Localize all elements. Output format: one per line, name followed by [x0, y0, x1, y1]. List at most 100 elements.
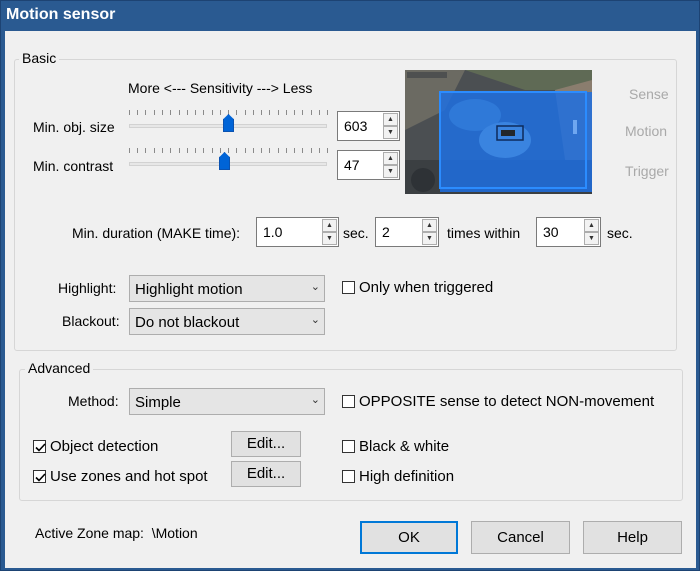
checkbox-box[interactable]: [33, 470, 46, 483]
slider-tick: [161, 148, 163, 153]
slider-tick: [178, 110, 180, 115]
object-detection-checkbox[interactable]: Object detection: [33, 438, 158, 455]
slider-tick: [310, 110, 312, 115]
checkbox-box[interactable]: [342, 281, 355, 294]
slider-tick: [211, 110, 213, 115]
checkbox-box[interactable]: [342, 395, 355, 408]
slider-tick: [137, 148, 139, 153]
min-obj-size-slider[interactable]: [129, 110, 328, 134]
spin-up-icon[interactable]: ▲: [322, 219, 337, 232]
use-zones-label: Use zones and hot spot: [50, 468, 208, 485]
min-duration-unit: sec.: [343, 225, 369, 241]
blackout-value: Do not blackout: [135, 314, 240, 331]
slider-tick: [302, 110, 304, 115]
slider-tick: [178, 148, 180, 153]
object-detection-edit-button[interactable]: Edit...: [231, 431, 301, 457]
min-contrast-label: Min. contrast: [33, 158, 114, 174]
times-value[interactable]: 2: [382, 224, 390, 240]
high-definition-checkbox[interactable]: High definition: [342, 468, 454, 485]
slider-tick: [252, 110, 254, 115]
only-when-triggered-checkbox[interactable]: Only when triggered: [342, 279, 493, 296]
use-zones-edit-button[interactable]: Edit...: [231, 461, 301, 487]
slider-tick: [294, 110, 295, 115]
active-zone-label: Active Zone map: \Motion: [35, 525, 198, 541]
blackout-label: Blackout:: [62, 313, 120, 329]
object-detection-label: Object detection: [50, 438, 159, 455]
spin-down-icon[interactable]: ▼: [383, 165, 398, 178]
help-button[interactable]: Help: [583, 521, 682, 554]
within-spinbox[interactable]: 30 ▲ ▼: [536, 217, 601, 247]
opposite-sense-label: OPPOSITE sense to detect NON-movement: [359, 393, 655, 410]
slider-tick: [269, 110, 271, 115]
black-white-checkbox[interactable]: Black & white: [342, 438, 449, 455]
times-spinbox[interactable]: 2 ▲ ▼: [375, 217, 439, 247]
opposite-sense-checkbox[interactable]: OPPOSITE sense to detect NON-movement: [342, 393, 654, 410]
motion-sensor-window: Motion sensor Basic More <--- Sensitivit…: [0, 0, 700, 571]
slider-tick: [203, 148, 205, 153]
spin-up-icon[interactable]: ▲: [584, 219, 599, 232]
method-label: Method:: [68, 393, 119, 409]
only-when-triggered-label: Only when triggered: [359, 279, 494, 296]
min-contrast-value[interactable]: 47: [344, 157, 360, 173]
min-duration-value[interactable]: 1.0: [263, 224, 282, 240]
spin-up-icon[interactable]: ▲: [383, 113, 398, 126]
min-obj-size-label: Min. obj. size: [33, 119, 115, 135]
checkbox-box[interactable]: [342, 440, 355, 453]
spin-down-icon[interactable]: ▼: [322, 232, 337, 245]
spin-down-icon[interactable]: ▼: [383, 126, 398, 139]
slider-tick: [129, 110, 130, 115]
slider-tick: [277, 110, 279, 115]
slider-tick: [219, 110, 221, 115]
slider-tick: [310, 148, 312, 153]
advanced-legend: Advanced: [25, 360, 94, 376]
min-duration-spinbox[interactable]: 1.0 ▲ ▼: [256, 217, 339, 247]
spin-up-icon[interactable]: ▲: [383, 152, 398, 165]
min-obj-size-spinbox[interactable]: 603 ▲ ▼: [337, 111, 400, 141]
basic-legend: Basic: [19, 50, 60, 66]
ok-button[interactable]: OK: [360, 521, 458, 554]
slider-tick: [302, 148, 304, 153]
slider-thumb[interactable]: [219, 152, 231, 170]
slider-tick: [236, 110, 238, 115]
slider-tick: [260, 148, 262, 153]
slider-tick: [170, 110, 172, 115]
use-zones-checkbox[interactable]: Use zones and hot spot: [33, 468, 208, 485]
blackout-select[interactable]: Do not blackout ⌄: [129, 308, 325, 335]
highlight-value: Highlight motion: [135, 281, 243, 298]
spin-up-icon[interactable]: ▲: [422, 219, 437, 232]
slider-tick: [194, 148, 196, 153]
slider-tick: [145, 110, 147, 115]
checkbox-box[interactable]: [342, 470, 355, 483]
slider-tick: [260, 110, 262, 115]
slider-tick: [161, 110, 163, 115]
cancel-button[interactable]: Cancel: [471, 521, 570, 554]
slider-tick: [186, 148, 188, 153]
slider-tick: [203, 110, 205, 115]
spin-down-icon[interactable]: ▼: [422, 232, 437, 245]
chevron-down-icon: ⌄: [310, 281, 320, 293]
black-white-label: Black & white: [359, 438, 450, 455]
method-select[interactable]: Simple ⌄: [129, 388, 325, 415]
checkmark-icon: [35, 443, 46, 452]
chevron-down-icon: ⌄: [310, 394, 320, 406]
sensitivity-header: More <--- Sensitivity ---> Less: [128, 80, 313, 96]
slider-tick: [137, 110, 139, 115]
min-contrast-spinbox[interactable]: 47 ▲ ▼: [337, 150, 400, 180]
slider-tick: [285, 148, 287, 153]
preview-label-trigger: Trigger: [625, 163, 669, 179]
checkbox-box[interactable]: [33, 440, 46, 453]
min-obj-size-value[interactable]: 603: [344, 118, 367, 134]
slider-tick: [194, 110, 196, 115]
min-contrast-slider[interactable]: [129, 148, 328, 172]
chevron-down-icon: ⌄: [310, 314, 320, 326]
within-value[interactable]: 30: [543, 224, 559, 240]
slider-tick: [252, 148, 254, 153]
high-definition-label: High definition: [359, 468, 455, 485]
slider-tick: [145, 148, 147, 153]
slider-tick: [129, 148, 130, 153]
slider-tick: [219, 148, 221, 153]
times-within-label: times within: [447, 225, 521, 241]
highlight-select[interactable]: Highlight motion ⌄: [129, 275, 325, 302]
spin-down-icon[interactable]: ▼: [584, 232, 599, 245]
slider-thumb[interactable]: [223, 114, 234, 132]
